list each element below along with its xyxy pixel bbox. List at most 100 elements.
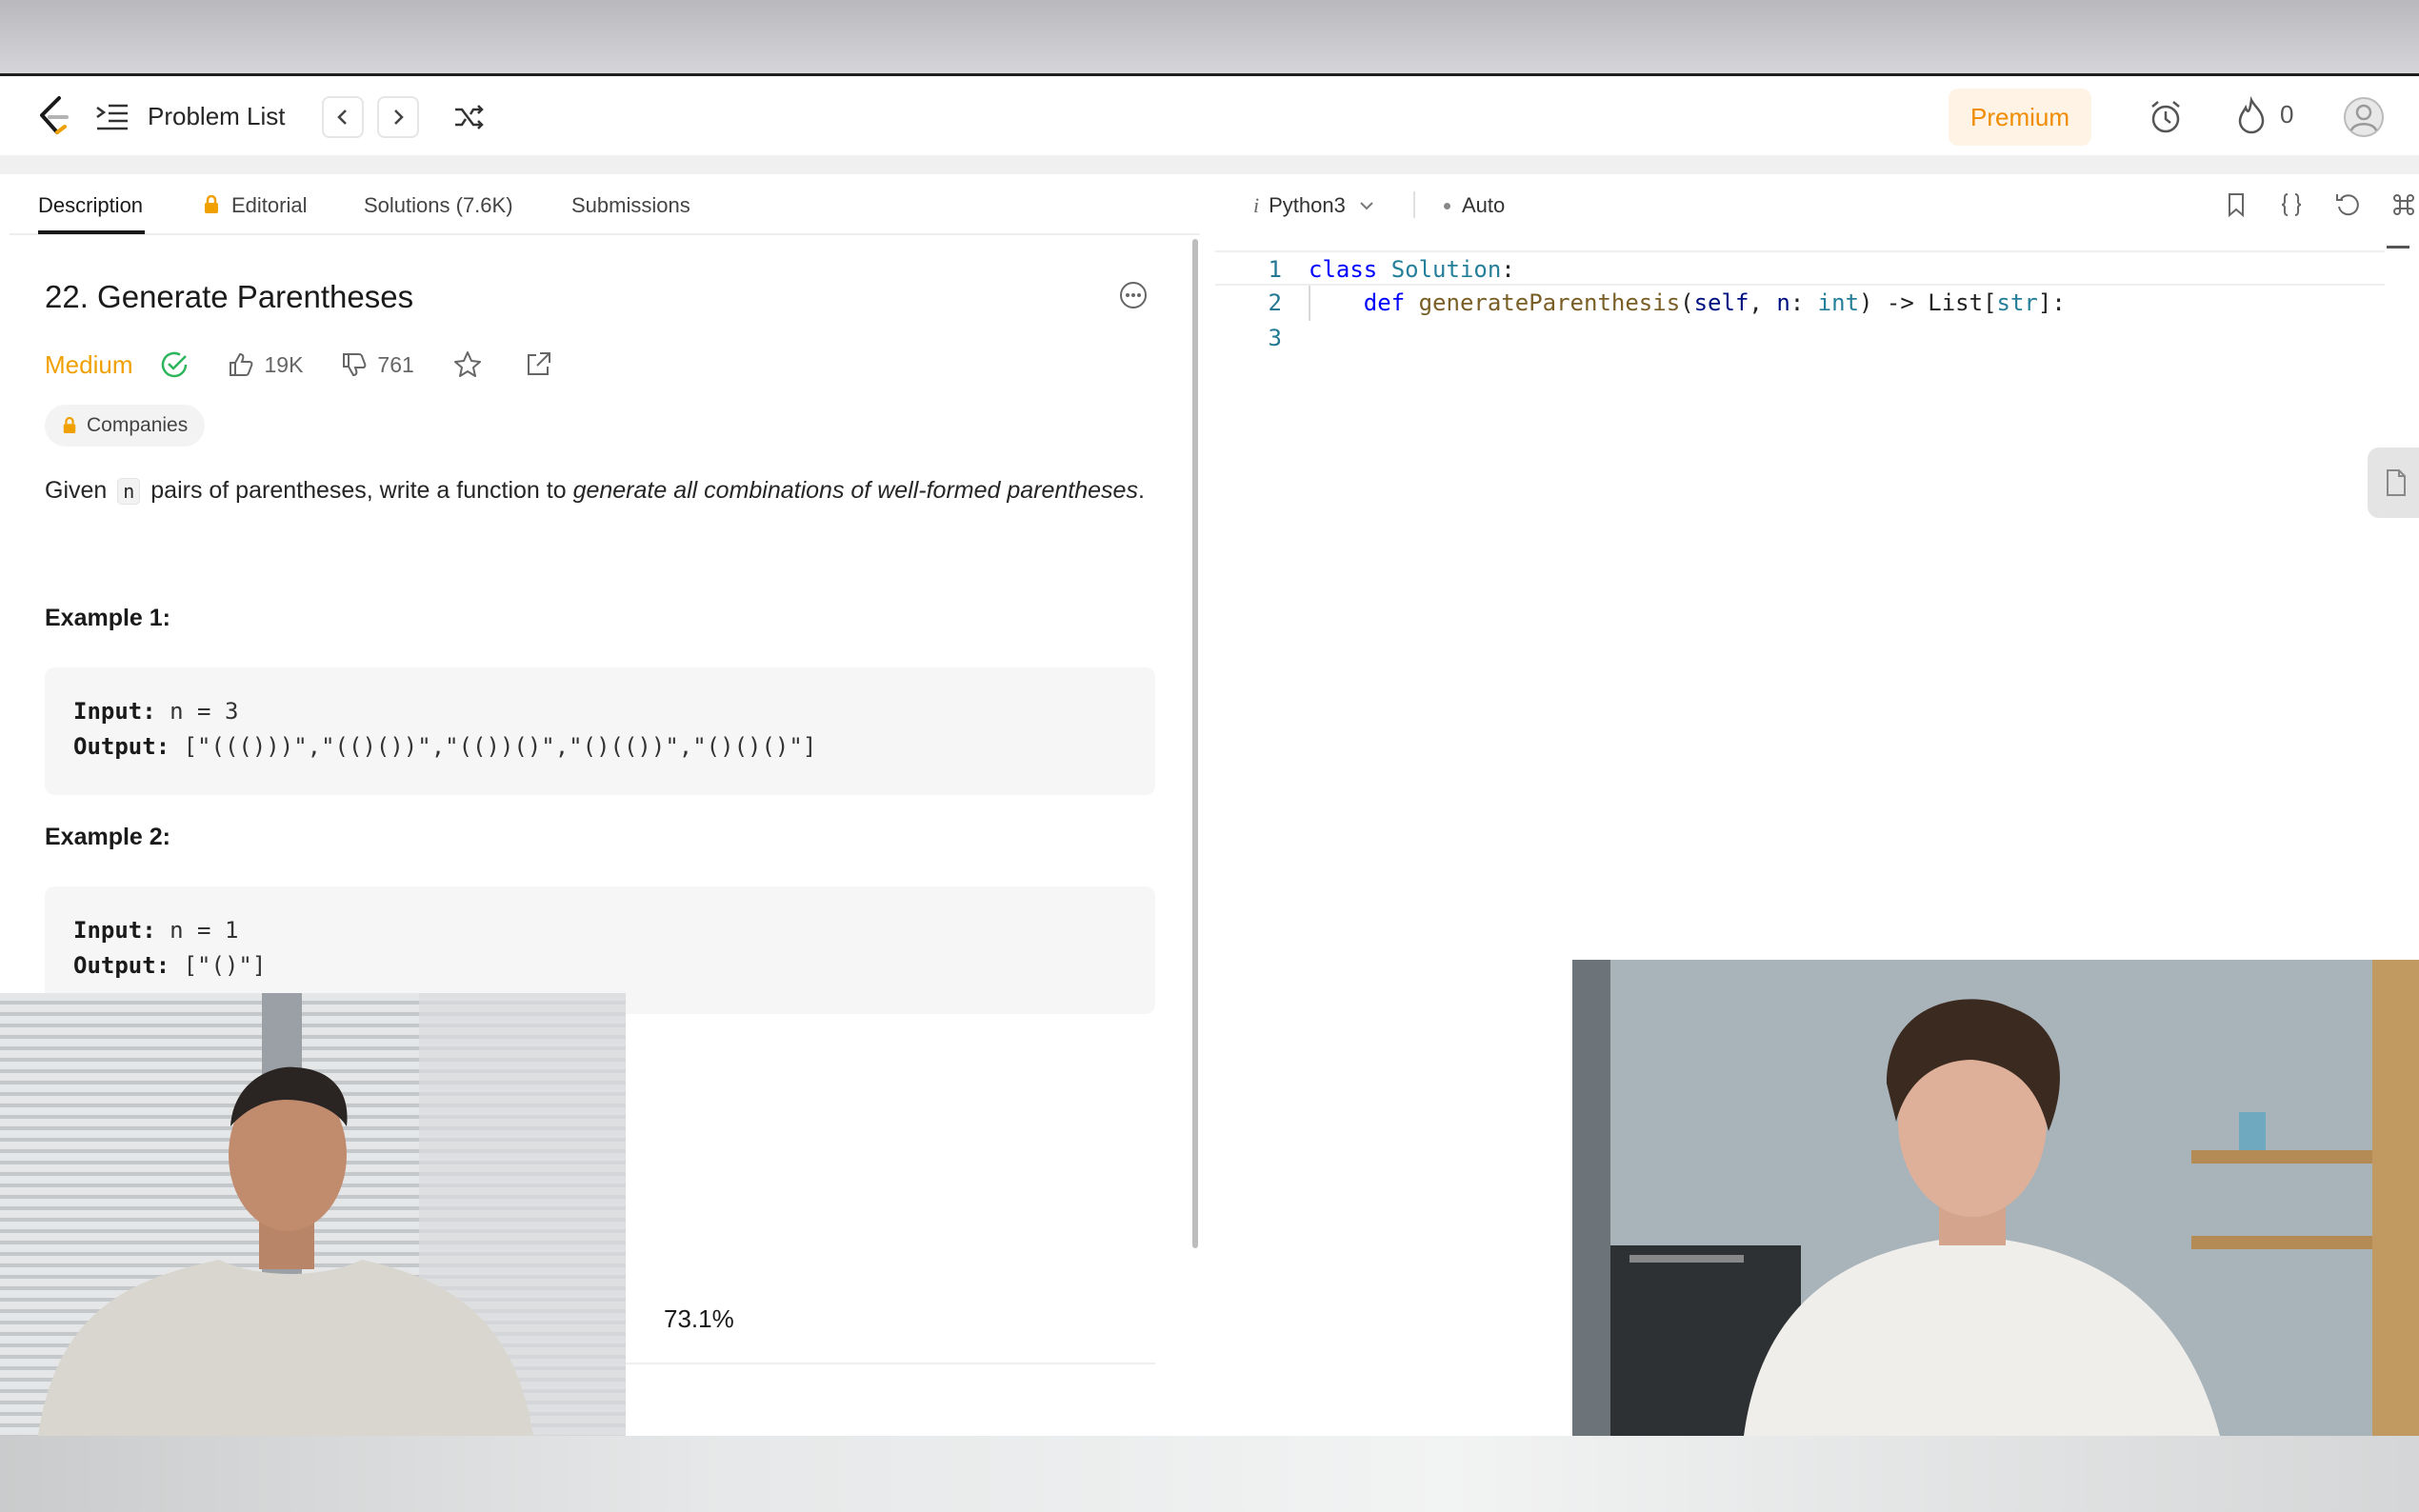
auto-mode-toggle[interactable]: Auto — [1444, 193, 1505, 218]
webcam-video-left — [0, 993, 626, 1436]
punctuation: : — [1501, 256, 1515, 283]
code-area[interactable]: 1 class Solution: 2 def generateParenthe… — [1215, 250, 2419, 356]
type-name: str — [1996, 289, 2038, 316]
line-number: 3 — [1268, 325, 1282, 351]
chevron-left-icon — [337, 109, 347, 125]
document-icon — [2387, 469, 2406, 496]
braces-icon[interactable] — [2276, 189, 2307, 220]
more-options-icon[interactable] — [1118, 280, 1149, 310]
input-value: n = 1 — [155, 917, 239, 944]
companies-tag[interactable]: Companies — [45, 405, 206, 447]
line-number: 1 — [1268, 256, 1282, 283]
window-bottom-bar — [0, 1436, 2419, 1512]
keyword: class — [1309, 256, 1378, 283]
language-label: Python3 — [1269, 193, 1346, 217]
avatar[interactable] — [2343, 96, 2385, 138]
solved-check-icon — [162, 351, 188, 378]
problem-meta: Medium 19K 761 — [45, 346, 553, 384]
output-value: ["()"] — [170, 952, 267, 979]
description-text: . — [1137, 477, 1145, 504]
punctuation: : — [1789, 289, 1818, 316]
like-count: 19K — [264, 351, 304, 377]
companies-label: Companies — [87, 414, 189, 436]
input-label: Input: — [73, 917, 156, 944]
output-label: Output: — [73, 733, 170, 760]
info-icon: i — [1253, 193, 1260, 217]
punctuation: ]: — [2037, 289, 2066, 316]
example-1-box: Input: n = 3 Output: ["((()))","(()())",… — [45, 667, 1155, 795]
description-text: Given — [45, 477, 114, 504]
shuffle-icon[interactable] — [450, 98, 488, 136]
description-emphasis: generate all combinations of well-formed… — [572, 477, 1138, 504]
difficulty-badge: Medium — [45, 349, 133, 379]
punctuation: ) -> List[ — [1859, 289, 1997, 316]
notes-side-tab[interactable] — [2368, 448, 2419, 518]
problem-list-link[interactable]: Problem List — [148, 102, 286, 131]
problem-title: 22. Generate Parentheses — [45, 279, 414, 314]
mode-label: Auto — [1462, 193, 1506, 217]
webcam-video-right — [1572, 960, 2419, 1436]
fire-streak-icon[interactable] — [2234, 96, 2269, 136]
problem-description: Given n pairs of parentheses, write a fu… — [45, 477, 1145, 505]
alarm-clock-icon[interactable] — [2147, 98, 2185, 136]
next-problem-button[interactable] — [377, 96, 419, 138]
active-tab-indicator — [38, 230, 145, 234]
punctuation: , — [1749, 289, 1777, 316]
acceptance-rate-value: 73.1% — [664, 1304, 734, 1333]
panel-gutter — [0, 155, 2419, 174]
code-line[interactable]: 3 — [1215, 321, 2419, 356]
person-video-icon — [1572, 960, 2419, 1436]
indent-guide — [1309, 286, 1310, 321]
description-scrollbar[interactable] — [1192, 239, 1198, 1248]
tab-solutions[interactable]: Solutions (7.6K) — [364, 193, 513, 218]
code-line[interactable]: 1 class Solution: — [1215, 250, 2385, 286]
thumbs-up-icon — [230, 352, 253, 376]
punctuation: ( — [1680, 289, 1694, 316]
example-2-title: Example 2: — [45, 824, 171, 850]
premium-button[interactable]: Premium — [1949, 89, 2091, 146]
code-line[interactable]: 2 def generateParenthesis(self, n: int) … — [1215, 286, 2419, 321]
dislike-button[interactable]: 761 — [341, 351, 414, 378]
lock-icon — [205, 195, 218, 213]
inline-code: n — [117, 478, 141, 505]
leetcode-logo[interactable] — [34, 94, 72, 138]
like-button[interactable]: 19K — [228, 351, 303, 378]
streak-count: 0 — [2280, 100, 2294, 129]
param: self — [1693, 289, 1749, 316]
class-name: Solution — [1390, 256, 1502, 283]
output-value: ["((()))","(()())","(())()","()(())","()… — [170, 733, 817, 760]
input-label: Input: — [73, 698, 156, 725]
share-icon[interactable] — [523, 349, 553, 380]
type-name: int — [1817, 289, 1860, 316]
command-icon[interactable] — [2389, 189, 2419, 220]
top-nav: Problem List Premium 0 — [0, 79, 2419, 155]
input-value: n = 3 — [155, 698, 239, 725]
tab-submissions[interactable]: Submissions — [571, 193, 690, 218]
prev-problem-button[interactable] — [322, 96, 364, 138]
toolbar-separator — [1413, 191, 1415, 218]
person-video-icon — [0, 993, 626, 1436]
overview-ruler-mark — [2387, 246, 2409, 249]
dislike-count: 761 — [377, 351, 414, 377]
chevron-right-icon — [394, 109, 404, 125]
description-text: pairs of parentheses, write a function t… — [144, 477, 573, 504]
description-tabs: Description Editorial Solutions (7.6K) S… — [10, 174, 1200, 235]
chevron-down-icon — [1360, 202, 1373, 210]
language-select[interactable]: i Python3 — [1253, 193, 1374, 218]
problem-list-icon[interactable] — [95, 102, 130, 132]
bookmark-icon[interactable] — [2221, 189, 2251, 220]
param: n — [1776, 289, 1790, 316]
output-label: Output: — [73, 952, 170, 979]
function-name: generateParenthesis — [1418, 289, 1681, 316]
reset-icon[interactable] — [2333, 189, 2364, 220]
lock-icon — [63, 417, 76, 433]
thumbs-down-icon — [343, 353, 367, 377]
line-number: 2 — [1268, 289, 1282, 316]
keyword: def — [1363, 289, 1406, 316]
tab-editorial[interactable]: Editorial — [231, 193, 307, 218]
tab-description[interactable]: Description — [38, 193, 143, 218]
star-icon[interactable] — [452, 349, 483, 380]
example-1-title: Example 1: — [45, 605, 171, 631]
editor-toolbar: i Python3 Auto — [1215, 174, 2419, 235]
window-top-bar — [0, 0, 2419, 76]
